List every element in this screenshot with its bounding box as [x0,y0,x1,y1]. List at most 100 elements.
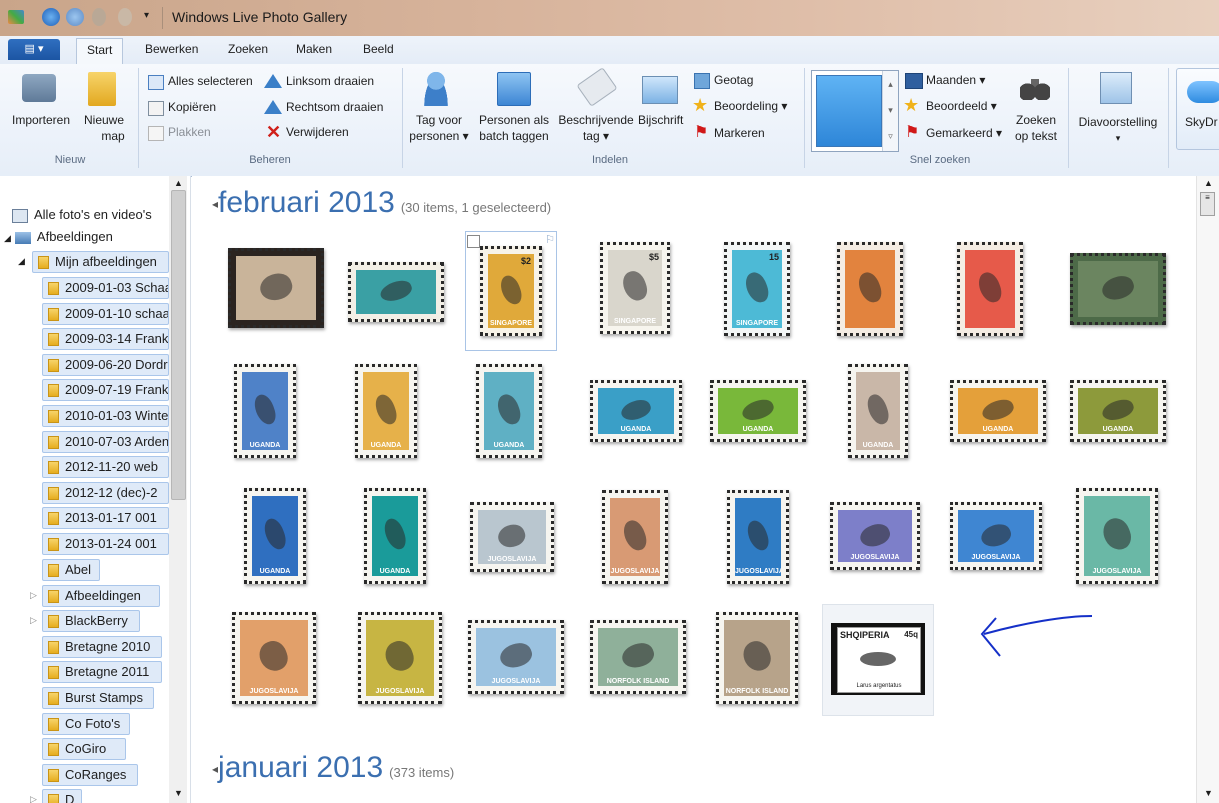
tree-node-folder[interactable]: Co Foto's [42,712,130,735]
maanden-button[interactable]: Maanden ▾ [926,73,985,87]
beoordeling-button[interactable]: Beoordeling ▾ [714,99,787,113]
tree-node-folder[interactable]: 2013-01-24 001 [42,533,169,555]
beschrijvende-tag-button[interactable]: Beschrijvende tag ▾ [554,112,638,144]
photo-thumbnail[interactable]: JUGOSLAVIJA [1076,488,1158,584]
photo-thumbnail[interactable]: $5 SINGAPORE [600,242,670,334]
plakken-button[interactable]: Plakken [168,125,211,139]
nieuwe-map-button[interactable]: Nieuwe map [80,112,128,144]
tree-node-folder[interactable]: Abel [42,559,100,581]
photo-thumbnail[interactable]: JUGOSLAVIJA [950,502,1042,570]
geotag-button[interactable]: Geotag [714,73,753,87]
photo-thumbnail[interactable] [957,242,1023,336]
photo-thumbnail[interactable]: UGANDA [1070,380,1166,442]
photo-thumbnail[interactable] [348,262,444,322]
photo-thumbnail[interactable]: UGANDA [234,364,296,458]
photo-thumbnail[interactable]: JUGOSLAVIJA [602,490,668,584]
photo-thumbnail[interactable]: NORFOLK ISLAND [590,620,686,694]
tree-node-folder[interactable]: CoGiro [42,738,126,761]
select-checkbox[interactable] [467,235,480,248]
photo-thumbnail[interactable]: UGANDA [950,380,1046,442]
beoordeeld-button[interactable]: Beoordeeld ▾ [926,99,997,113]
tree-node-folder[interactable]: 2010-01-03 Winter [42,405,169,427]
skydrive-button[interactable]: SkyDr [1176,68,1219,150]
photo-thumbnail[interactable]: UGANDA [364,488,426,584]
tab-maken[interactable]: Maken [296,42,332,56]
photo-thumbnail[interactable]: JUGOSLAVIJA [232,612,316,704]
person-gallery-scroll[interactable]: ▴ ▾ ▿ [882,71,898,151]
quick-access-dropdown-icon[interactable]: ▾ [144,10,149,21]
diavoorstelling-button[interactable]: Diavoorstelling ▾ [1072,114,1164,146]
sidebar-scrollbar[interactable]: ▲ ▼ [169,176,187,803]
alles-selecteren-button[interactable]: Alles selecteren [168,74,253,88]
collapse-arrow-icon[interactable]: ◢ [4,233,11,243]
collapse-arrow-icon[interactable]: ◢ [18,256,25,267]
scroll-down-arrow-icon[interactable]: ▼ [1204,788,1213,798]
photo-thumbnail[interactable]: NORFOLK ISLAND [716,612,798,704]
verwijderen-button[interactable]: Verwijderen [286,125,349,139]
month-header-jan[interactable]: ◂januari 2013 (373 items) [212,751,454,785]
photo-thumbnail[interactable]: JUGOSLAVIJA [468,620,564,694]
tree-node-mijn-afbeeldingen[interactable]: Mijn afbeeldingen [32,251,169,273]
tree-node-folder[interactable]: Bretagne 2011 [42,661,162,684]
tab-start[interactable]: Start [76,38,124,64]
tree-node-folder[interactable]: 2010-07-03 Ardennen [42,430,169,453]
expand-arrow-icon[interactable]: ▷ [30,615,37,626]
tree-node-folder[interactable]: CoRanges [42,763,138,786]
tree-node-folder[interactable]: BlackBerry [42,610,140,633]
tree-node-afbeeldingen[interactable]: ◢ Afbeeldingen [4,226,113,248]
photo-thumbnail[interactable]: JUGOSLAVIJA [358,612,442,704]
photo-thumbnail[interactable]: 15 SINGAPORE [724,242,790,336]
photo-thumbnail[interactable]: JUGOSLAVIJA [727,490,789,584]
gallery-scrollbar[interactable]: ▲ ≡ ▼ [1196,176,1219,803]
person-filter-gallery[interactable]: ▴ ▾ ▿ [811,70,899,152]
importeren-button[interactable]: Importeren [10,112,72,128]
photo-thumbnail[interactable]: UGANDA [355,364,417,458]
tree-node-folder[interactable]: 2009-01-10 schaatsen [42,302,169,325]
photo-thumbnail-highlighted[interactable]: SHQIPERIA 45q Larus argentatus [822,604,934,716]
tree-node-folder[interactable]: 2013-01-17 001 [42,507,169,530]
tree-node-folder[interactable]: 2012-11-20 web [42,456,169,479]
tree-node-folder[interactable]: 2009-07-19 Frankrijk [42,379,169,402]
scroll-up-arrow-icon[interactable]: ▲ [1204,178,1213,188]
expand-arrow-icon[interactable]: ▷ [30,794,37,803]
photo-thumbnail[interactable]: UGANDA [476,364,542,458]
photo-thumbnail[interactable]: UGANDA [848,364,908,458]
tree-node-folder[interactable]: Bretagne 2010 [42,635,162,658]
tree-node-all-photos[interactable]: Alle foto's en video's [12,204,172,226]
tree-node-folder[interactable]: Burst Stamps [42,687,154,709]
photo-thumbnail[interactable]: $2 SINGAPORE ⚐ [465,231,557,351]
photo-thumbnail[interactable]: UGANDA [710,380,806,442]
undo-icon[interactable] [92,8,106,26]
bijschrift-button[interactable]: Bijschrift [638,113,683,127]
tab-bewerken[interactable]: Bewerken [145,42,198,56]
zoeken-op-tekst-button[interactable]: Zoeken op tekst [1010,112,1062,144]
expand-arrow-icon[interactable]: ▷ [30,590,37,601]
markeren-button[interactable]: Markeren [714,126,765,140]
tree-node-folder[interactable]: 2009-03-14 Frankrijk [42,328,169,351]
scroll-down-arrow-icon[interactable]: ▼ [174,788,183,798]
photo-thumbnail[interactable]: JUGOSLAVIJA [830,502,920,570]
photo-thumbnail[interactable] [1070,253,1166,325]
tree-node-folder[interactable]: 2012-12 (dec)-2 [42,481,169,504]
back-icon[interactable] [42,8,60,26]
linksom-draaien-button[interactable]: Linksom draaien [286,74,374,88]
tab-beeld[interactable]: Beeld [363,42,394,56]
photo-thumbnail[interactable]: JUGOSLAVIJA [470,502,554,572]
tree-node-folder[interactable]: D [42,789,82,803]
personen-als-batch-taggen-button[interactable]: Personen als batch taggen [474,112,554,144]
sidebar-scroll-thumb[interactable] [171,190,186,500]
photo-thumbnail[interactable]: UGANDA [244,488,306,584]
gallery-scroll-thumb[interactable]: ≡ [1200,192,1215,216]
flag-outline-icon[interactable]: ⚐ [545,233,555,246]
month-header-feb[interactable]: ◂februari 2013 (30 items, 1 geselecteerd) [212,186,551,220]
file-menu-button[interactable]: ▤ ▾ [8,39,60,60]
photo-thumbnail[interactable] [837,242,903,336]
tree-node-folder[interactable]: Afbeeldingen [42,584,160,607]
rechtsom-draaien-button[interactable]: Rechtsom draaien [286,100,383,114]
photo-thumbnail[interactable]: UGANDA [590,380,682,442]
gemarkeerd-button[interactable]: Gemarkeerd ▾ [926,126,1002,140]
forward-icon[interactable] [66,8,84,26]
tag-voor-personen-button[interactable]: Tag voor personen ▾ [404,112,474,144]
tree-node-folder[interactable]: 2009-01-03 Schaatsen [42,277,169,299]
photo-thumbnail[interactable] [228,248,324,328]
